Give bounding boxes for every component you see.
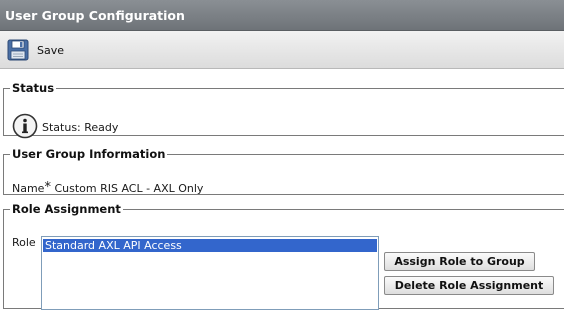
status-row: Status: Ready (12, 113, 118, 142)
role-label: Role (12, 236, 36, 249)
save-label: Save (37, 43, 65, 57)
role-assignment-legend: Role Assignment (12, 202, 121, 216)
name-row: Name* Custom RIS ACL - AXL Only (12, 180, 204, 196)
page-title-bar: User Group Configuration (0, 0, 564, 31)
save-button[interactable]: Save (7, 39, 64, 61)
status-legend: Status (12, 81, 55, 95)
status-text: Status: Ready (42, 121, 119, 134)
role-listbox[interactable]: Standard AXL API Access (41, 236, 379, 310)
status-section: Status Status: Ready (3, 81, 564, 139)
name-label: Name (12, 182, 45, 195)
floppy-disk-icon (7, 39, 29, 61)
page-title: User Group Configuration (5, 8, 185, 23)
user-group-info-legend: User Group Information (12, 147, 166, 161)
delete-role-assignment-button[interactable]: Delete Role Assignment (384, 276, 554, 295)
info-icon (12, 113, 38, 142)
role-option-selected[interactable]: Standard AXL API Access (43, 239, 377, 252)
role-assignment-section: Role Assignment Role Standard AXL API Ac… (3, 202, 564, 310)
toolbar: Save (0, 31, 564, 69)
name-value: Custom RIS ACL - AXL Only (54, 182, 204, 195)
user-group-info-section: User Group Information Name* Custom RIS … (3, 147, 564, 195)
assign-role-button[interactable]: Assign Role to Group (384, 252, 535, 271)
required-marker: * (44, 180, 51, 195)
